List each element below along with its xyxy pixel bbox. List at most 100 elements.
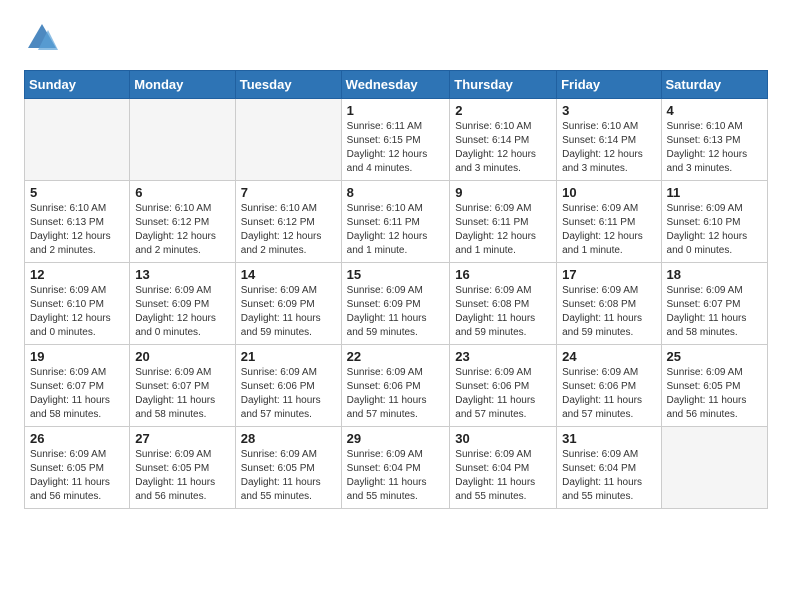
day-number: 19 bbox=[30, 349, 124, 364]
calendar-day-cell: 14 Sunrise: 6:09 AM Sunset: 6:09 PM Dayli… bbox=[235, 263, 341, 345]
day-info: Sunrise: 6:09 AM Sunset: 6:08 PM Dayligh… bbox=[455, 284, 551, 340]
day-info: Sunrise: 6:09 AM Sunset: 6:11 PM Dayligh… bbox=[562, 202, 655, 258]
calendar-week-row: 1 Sunrise: 6:11 AM Sunset: 6:15 PM Daylig… bbox=[25, 99, 768, 181]
day-info: Sunrise: 6:09 AM Sunset: 6:04 PM Dayligh… bbox=[347, 448, 445, 504]
day-number: 2 bbox=[455, 103, 551, 118]
day-info: Sunrise: 6:10 AM Sunset: 6:14 PM Dayligh… bbox=[562, 120, 655, 176]
calendar-day-cell: 18 Sunrise: 6:09 AM Sunset: 6:07 PM Dayli… bbox=[661, 263, 767, 345]
calendar-day-cell: 3 Sunrise: 6:10 AM Sunset: 6:14 PM Daylig… bbox=[557, 99, 661, 181]
calendar-day-cell: 10 Sunrise: 6:09 AM Sunset: 6:11 PM Dayli… bbox=[557, 181, 661, 263]
day-info: Sunrise: 6:10 AM Sunset: 6:12 PM Dayligh… bbox=[135, 202, 230, 258]
day-info: Sunrise: 6:09 AM Sunset: 6:06 PM Dayligh… bbox=[347, 366, 445, 422]
day-number: 4 bbox=[667, 103, 762, 118]
calendar-day-cell: 17 Sunrise: 6:09 AM Sunset: 6:08 PM Dayli… bbox=[557, 263, 661, 345]
day-info: Sunrise: 6:10 AM Sunset: 6:13 PM Dayligh… bbox=[30, 202, 124, 258]
day-number: 3 bbox=[562, 103, 655, 118]
calendar-day-cell: 16 Sunrise: 6:09 AM Sunset: 6:08 PM Dayli… bbox=[450, 263, 557, 345]
day-number: 10 bbox=[562, 185, 655, 200]
calendar-day-cell: 7 Sunrise: 6:10 AM Sunset: 6:12 PM Daylig… bbox=[235, 181, 341, 263]
day-info: Sunrise: 6:09 AM Sunset: 6:11 PM Dayligh… bbox=[455, 202, 551, 258]
calendar-day-cell: 6 Sunrise: 6:10 AM Sunset: 6:12 PM Daylig… bbox=[130, 181, 236, 263]
day-number: 21 bbox=[241, 349, 336, 364]
calendar-weekday-header: Thursday bbox=[450, 71, 557, 99]
calendar-day-cell bbox=[235, 99, 341, 181]
day-info: Sunrise: 6:09 AM Sunset: 6:05 PM Dayligh… bbox=[30, 448, 124, 504]
day-info: Sunrise: 6:09 AM Sunset: 6:09 PM Dayligh… bbox=[241, 284, 336, 340]
day-info: Sunrise: 6:11 AM Sunset: 6:15 PM Dayligh… bbox=[347, 120, 445, 176]
calendar-day-cell: 27Sunrise: 6:09 AM Sunset: 6:05 PM Dayli… bbox=[130, 427, 236, 509]
calendar-day-cell: 21Sunrise: 6:09 AM Sunset: 6:06 PM Dayli… bbox=[235, 345, 341, 427]
day-number: 31 bbox=[562, 431, 655, 446]
day-info: Sunrise: 6:10 AM Sunset: 6:12 PM Dayligh… bbox=[241, 202, 336, 258]
day-number: 16 bbox=[455, 267, 551, 282]
calendar-day-cell bbox=[661, 427, 767, 509]
day-number: 25 bbox=[667, 349, 762, 364]
calendar-weekday-header: Tuesday bbox=[235, 71, 341, 99]
header bbox=[24, 20, 768, 56]
calendar-day-cell: 12 Sunrise: 6:09 AM Sunset: 6:10 PM Dayli… bbox=[25, 263, 130, 345]
day-info: Sunrise: 6:10 AM Sunset: 6:14 PM Dayligh… bbox=[455, 120, 551, 176]
day-info: Sunrise: 6:09 AM Sunset: 6:09 PM Dayligh… bbox=[347, 284, 445, 340]
day-number: 26 bbox=[30, 431, 124, 446]
calendar-day-cell bbox=[25, 99, 130, 181]
day-info: Sunrise: 6:09 AM Sunset: 6:06 PM Dayligh… bbox=[562, 366, 655, 422]
calendar-day-cell: 5 Sunrise: 6:10 AM Sunset: 6:13 PM Daylig… bbox=[25, 181, 130, 263]
day-info: Sunrise: 6:09 AM Sunset: 6:04 PM Dayligh… bbox=[455, 448, 551, 504]
day-info: Sunrise: 6:09 AM Sunset: 6:06 PM Dayligh… bbox=[455, 366, 551, 422]
calendar-day-cell: 22 Sunrise: 6:09 AM Sunset: 6:06 PM Dayli… bbox=[341, 345, 450, 427]
day-info: Sunrise: 6:10 AM Sunset: 6:13 PM Dayligh… bbox=[667, 120, 762, 176]
calendar-weekday-header: Monday bbox=[130, 71, 236, 99]
calendar-day-cell: 1 Sunrise: 6:11 AM Sunset: 6:15 PM Daylig… bbox=[341, 99, 450, 181]
day-info: Sunrise: 6:09 AM Sunset: 6:07 PM Dayligh… bbox=[135, 366, 230, 422]
day-number: 13 bbox=[135, 267, 230, 282]
day-info: Sunrise: 6:09 AM Sunset: 6:10 PM Dayligh… bbox=[667, 202, 762, 258]
calendar-day-cell: 9Sunrise: 6:09 AM Sunset: 6:11 PM Daylig… bbox=[450, 181, 557, 263]
calendar-day-cell: 11 Sunrise: 6:09 AM Sunset: 6:10 PM Dayli… bbox=[661, 181, 767, 263]
day-number: 24 bbox=[562, 349, 655, 364]
calendar-week-row: 5 Sunrise: 6:10 AM Sunset: 6:13 PM Daylig… bbox=[25, 181, 768, 263]
day-info: Sunrise: 6:09 AM Sunset: 6:08 PM Dayligh… bbox=[562, 284, 655, 340]
day-number: 6 bbox=[135, 185, 230, 200]
calendar-day-cell: 13Sunrise: 6:09 AM Sunset: 6:09 PM Dayli… bbox=[130, 263, 236, 345]
day-number: 15 bbox=[347, 267, 445, 282]
calendar-weekday-header: Wednesday bbox=[341, 71, 450, 99]
day-info: Sunrise: 6:09 AM Sunset: 6:05 PM Dayligh… bbox=[667, 366, 762, 422]
day-number: 14 bbox=[241, 267, 336, 282]
calendar-day-cell: 8 Sunrise: 6:10 AM Sunset: 6:11 PM Daylig… bbox=[341, 181, 450, 263]
calendar-week-row: 19 Sunrise: 6:09 AM Sunset: 6:07 PM Dayli… bbox=[25, 345, 768, 427]
page: SundayMondayTuesdayWednesdayThursdayFrid… bbox=[0, 0, 792, 529]
day-number: 18 bbox=[667, 267, 762, 282]
calendar-week-row: 26 Sunrise: 6:09 AM Sunset: 6:05 PM Dayli… bbox=[25, 427, 768, 509]
calendar-day-cell: 4 Sunrise: 6:10 AM Sunset: 6:13 PM Daylig… bbox=[661, 99, 767, 181]
calendar-day-cell: 30 Sunrise: 6:09 AM Sunset: 6:04 PM Dayli… bbox=[450, 427, 557, 509]
calendar-day-cell: 19Sunrise: 6:09 AM Sunset: 6:07 PM Dayli… bbox=[25, 345, 130, 427]
calendar-weekday-header: Friday bbox=[557, 71, 661, 99]
day-number: 11 bbox=[667, 185, 762, 200]
calendar-weekday-header: Saturday bbox=[661, 71, 767, 99]
calendar-day-cell: 2 Sunrise: 6:10 AM Sunset: 6:14 PM Daylig… bbox=[450, 99, 557, 181]
day-number: 8 bbox=[347, 185, 445, 200]
calendar-day-cell: 26 Sunrise: 6:09 AM Sunset: 6:05 PM Dayli… bbox=[25, 427, 130, 509]
day-number: 22 bbox=[347, 349, 445, 364]
calendar-day-cell bbox=[130, 99, 236, 181]
calendar-header-row: SundayMondayTuesdayWednesdayThursdayFrid… bbox=[25, 71, 768, 99]
day-number: 23 bbox=[455, 349, 551, 364]
day-number: 12 bbox=[30, 267, 124, 282]
day-info: Sunrise: 6:09 AM Sunset: 6:04 PM Dayligh… bbox=[562, 448, 655, 504]
day-number: 30 bbox=[455, 431, 551, 446]
day-info: Sunrise: 6:09 AM Sunset: 6:05 PM Dayligh… bbox=[135, 448, 230, 504]
calendar-day-cell: 31 Sunrise: 6:09 AM Sunset: 6:04 PM Dayli… bbox=[557, 427, 661, 509]
day-info: Sunrise: 6:09 AM Sunset: 6:10 PM Dayligh… bbox=[30, 284, 124, 340]
day-info: Sunrise: 6:09 AM Sunset: 6:07 PM Dayligh… bbox=[667, 284, 762, 340]
day-number: 5 bbox=[30, 185, 124, 200]
day-number: 7 bbox=[241, 185, 336, 200]
day-info: Sunrise: 6:10 AM Sunset: 6:11 PM Dayligh… bbox=[347, 202, 445, 258]
day-number: 29 bbox=[347, 431, 445, 446]
calendar-day-cell: 24 Sunrise: 6:09 AM Sunset: 6:06 PM Dayli… bbox=[557, 345, 661, 427]
day-number: 1 bbox=[347, 103, 445, 118]
calendar-week-row: 12 Sunrise: 6:09 AM Sunset: 6:10 PM Dayli… bbox=[25, 263, 768, 345]
calendar-day-cell: 28Sunrise: 6:09 AM Sunset: 6:05 PM Dayli… bbox=[235, 427, 341, 509]
calendar-table: SundayMondayTuesdayWednesdayThursdayFrid… bbox=[24, 70, 768, 509]
day-number: 17 bbox=[562, 267, 655, 282]
day-number: 28 bbox=[241, 431, 336, 446]
